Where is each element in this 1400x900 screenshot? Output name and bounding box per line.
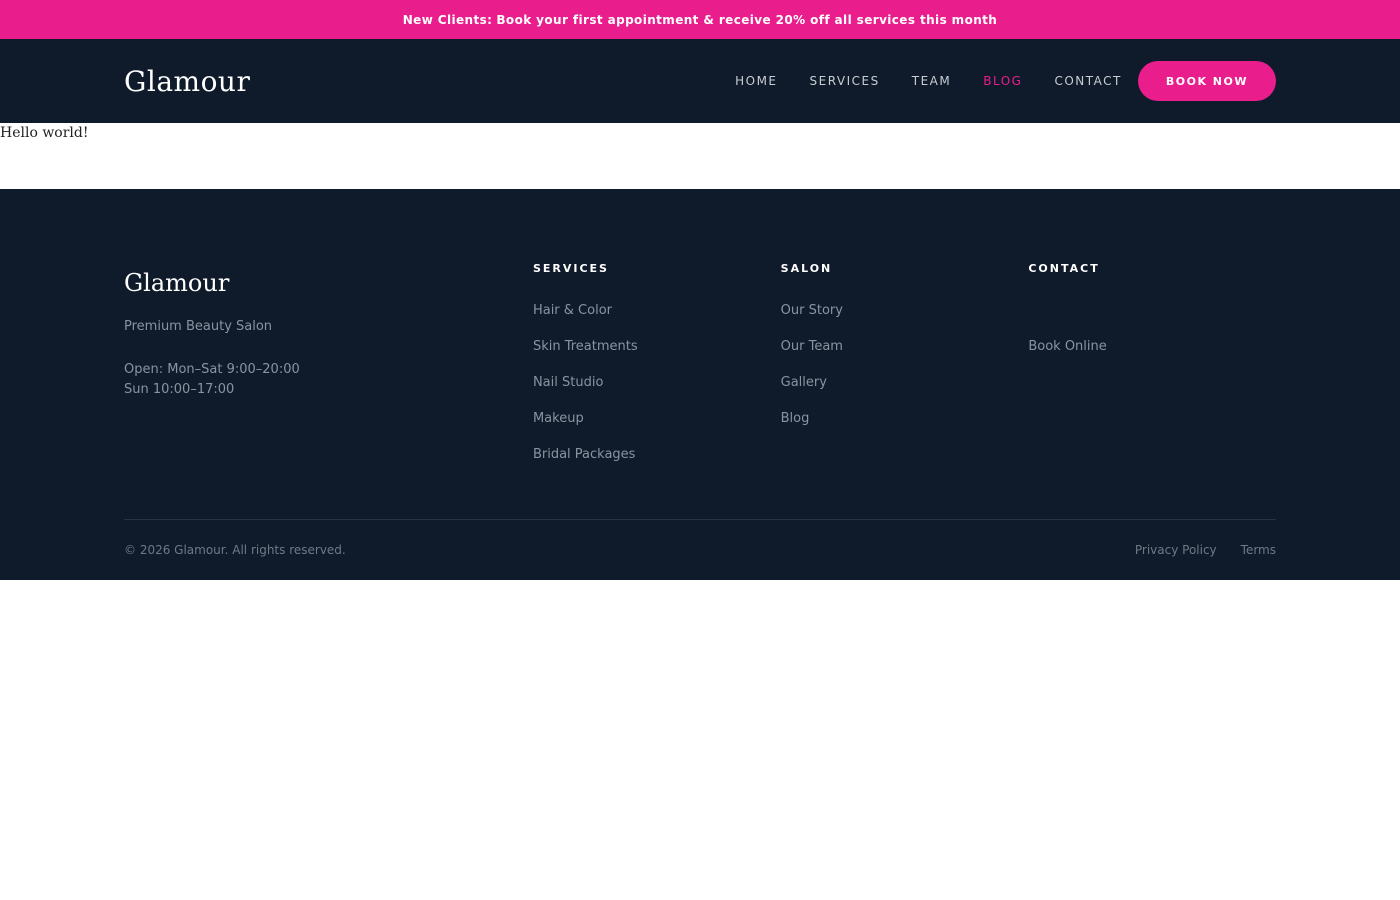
nav-home[interactable]: HOME bbox=[735, 74, 777, 88]
site-header: Glamour HOME SERVICES TEAM BLOG CONTACT … bbox=[0, 39, 1400, 123]
promo-banner: New Clients: Book your first appointment… bbox=[0, 0, 1400, 39]
footer-link-gallery[interactable]: Gallery bbox=[781, 375, 827, 390]
footer-link-bridal-packages[interactable]: Bridal Packages bbox=[533, 447, 636, 462]
footer-link-book-online[interactable]: Book Online bbox=[1028, 339, 1106, 354]
footer-columns: Glamour Premium Beauty Salon Open: Mon–S… bbox=[124, 189, 1276, 519]
privacy-policy-link[interactable]: Privacy Policy bbox=[1135, 543, 1217, 557]
footer-tagline: Premium Beauty Salon bbox=[124, 319, 273, 334]
header-logo[interactable]: Glamour bbox=[124, 65, 250, 98]
footer-contact-column: CONTACT Book Online bbox=[1028, 259, 1276, 519]
promo-label: New Clients: bbox=[402, 12, 493, 27]
footer-link-makeup[interactable]: Makeup bbox=[533, 411, 584, 426]
salon-heading: SALON bbox=[780, 262, 833, 275]
copyright-text: © 2026 Glamour. All rights reserved. bbox=[124, 543, 346, 557]
promo-text: Book your first appointment & receive 20… bbox=[496, 12, 998, 27]
footer-link-our-story[interactable]: Our Story bbox=[781, 303, 843, 318]
services-links: Hair & Color Skin Treatments Nail Studio… bbox=[533, 301, 781, 481]
hours-sunday: Sun 10:00–17:00 bbox=[124, 382, 235, 397]
site-footer: Glamour Premium Beauty Salon Open: Mon–S… bbox=[0, 189, 1400, 580]
contact-spacer bbox=[1028, 301, 1276, 337]
footer-link-skin-treatments[interactable]: Skin Treatments bbox=[533, 339, 638, 354]
terms-link[interactable]: Terms bbox=[1241, 543, 1276, 557]
footer-salon-column: SALON Our Story Our Team Gallery Blog bbox=[781, 259, 1029, 519]
contact-links: Book Online bbox=[1028, 301, 1276, 373]
footer-bottom-bar: © 2026 Glamour. All rights reserved. Pri… bbox=[124, 519, 1276, 580]
footer-brand: Glamour Premium Beauty Salon Open: Mon–S… bbox=[124, 259, 533, 519]
book-now-button[interactable]: BOOK NOW bbox=[1137, 61, 1276, 101]
footer-link-our-team[interactable]: Our Team bbox=[781, 339, 843, 354]
footer-link-blog[interactable]: Blog bbox=[781, 411, 810, 426]
main-text: Hello world! bbox=[0, 125, 89, 141]
footer-link-nail-studio[interactable]: Nail Studio bbox=[533, 375, 603, 390]
nav-services[interactable]: SERVICES bbox=[810, 74, 880, 88]
nav-blog[interactable]: BLOG bbox=[983, 74, 1022, 88]
nav-team[interactable]: TEAM bbox=[912, 74, 951, 88]
services-heading: SERVICES bbox=[532, 262, 609, 275]
hours-weekdays: Open: Mon–Sat 9:00–20:00 bbox=[124, 362, 300, 377]
main-content: Hello world! bbox=[0, 123, 1400, 189]
salon-links: Our Story Our Team Gallery Blog bbox=[781, 301, 1029, 445]
footer-link-hair-color[interactable]: Hair & Color bbox=[533, 303, 612, 318]
main-nav: HOME SERVICES TEAM BLOG CONTACT BOOK NOW bbox=[703, 61, 1276, 101]
footer-logo: Glamour bbox=[124, 269, 230, 297]
nav-contact[interactable]: CONTACT bbox=[1054, 74, 1121, 88]
legal-links: Privacy Policy Terms bbox=[1111, 543, 1276, 557]
opening-hours: Open: Mon–Sat 9:00–20:00 Sun 10:00–17:00 bbox=[124, 360, 533, 400]
contact-heading: CONTACT bbox=[1028, 262, 1100, 275]
footer-services-column: SERVICES Hair & Color Skin Treatments Na… bbox=[533, 259, 781, 519]
